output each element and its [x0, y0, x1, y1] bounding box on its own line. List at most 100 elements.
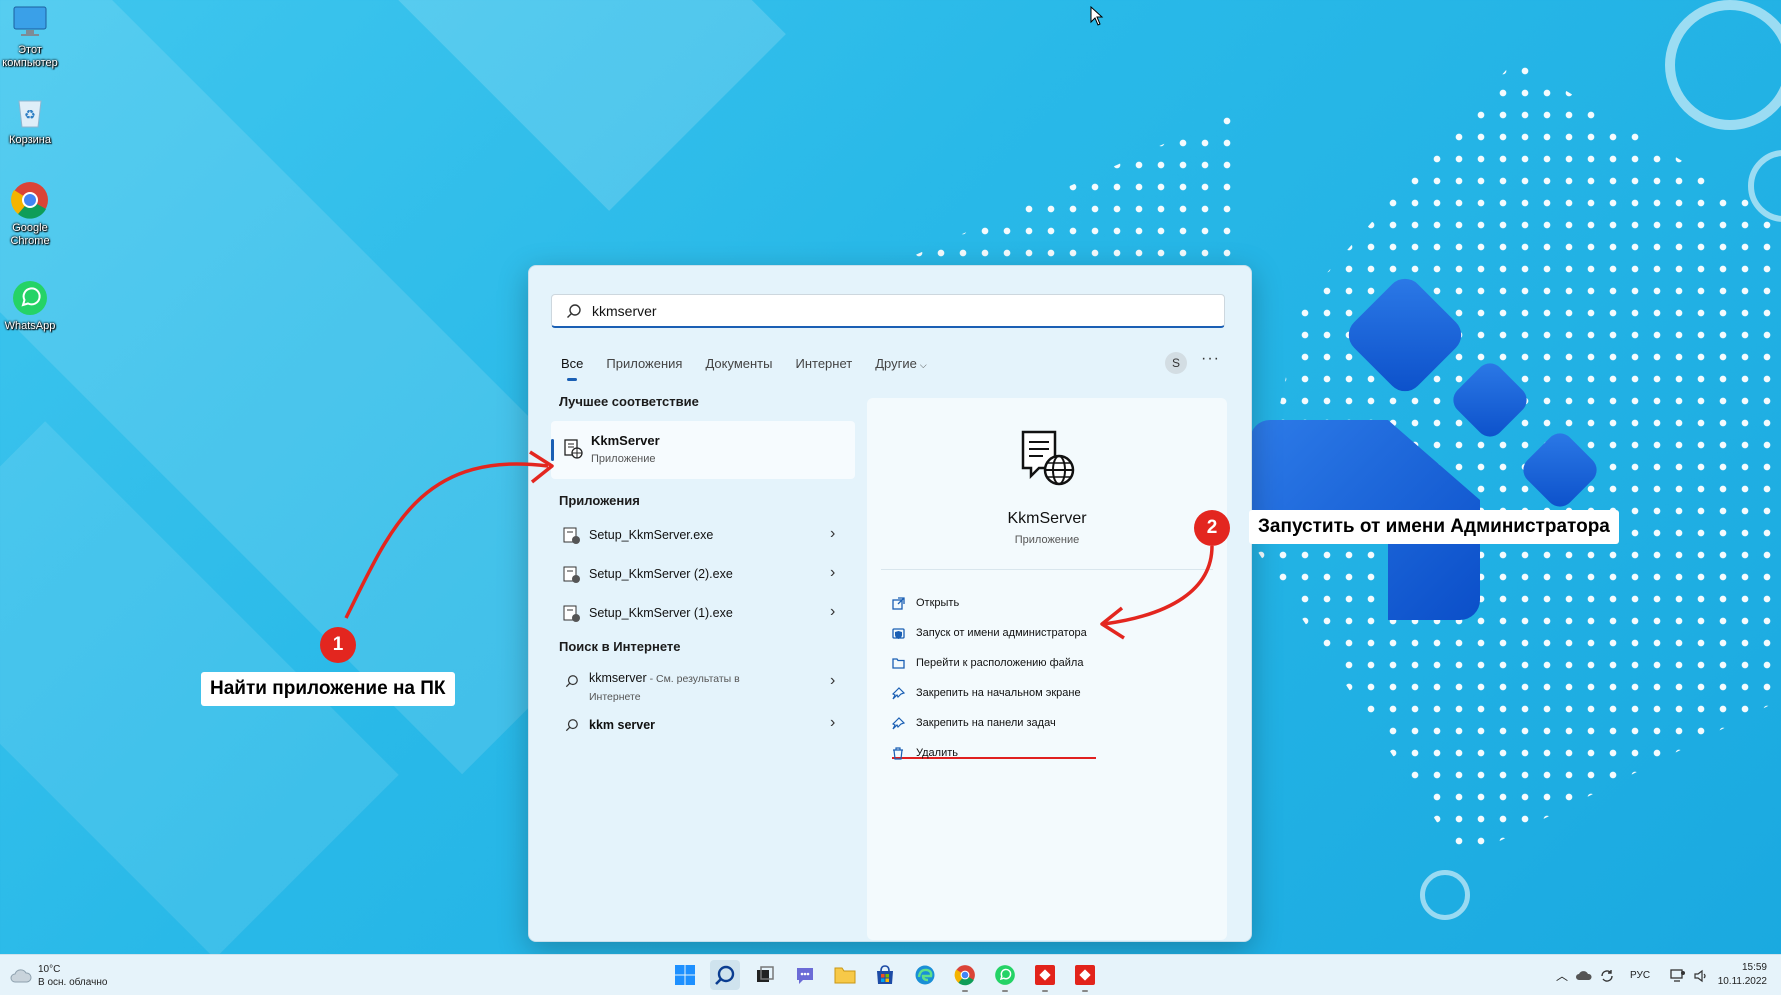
divider — [881, 569, 1213, 570]
search-input[interactable] — [590, 301, 1224, 320]
start-button[interactable] — [670, 960, 700, 990]
microsoft-store-button[interactable] — [870, 960, 900, 990]
chevron-right-icon[interactable]: › — [830, 603, 835, 621]
taskbar: 10°C В осн. облачно ︿ РУС 15:59 10.11.20… — [0, 954, 1781, 995]
more-options-button[interactable]: ··· — [1201, 350, 1220, 368]
sync-icon[interactable] — [1600, 969, 1614, 983]
chat-icon — [797, 968, 813, 984]
teams-chat-button[interactable] — [790, 960, 820, 990]
app-result-name: Setup_KkmServer.exe — [589, 528, 714, 542]
web-result-item[interactable]: kkm server › — [551, 712, 857, 748]
tab-label: Документы — [705, 356, 773, 371]
best-match-type: Приложение — [591, 453, 656, 465]
search-box[interactable] — [551, 294, 1225, 328]
weather-widget[interactable]: 10°C В осн. облачно — [10, 963, 107, 989]
weather-description: В осн. облачно — [38, 977, 108, 988]
chevron-right-icon[interactable]: › — [830, 525, 835, 543]
desktop-icon-chrome[interactable]: Google Chrome — [0, 180, 60, 248]
action-pin-taskbar[interactable]: Закрепить на панели задач — [891, 712, 1056, 734]
tab-label: Другие — [875, 356, 917, 371]
tab-other[interactable]: Другие ⌵ — [875, 356, 926, 371]
anydesk-icon — [1035, 965, 1055, 985]
system-clock[interactable]: 15:59 10.11.2022 — [1718, 961, 1767, 989]
chevron-right-icon[interactable]: › — [830, 672, 835, 690]
desktop-icon-recycle-bin[interactable]: ♻ Корзина — [0, 92, 60, 147]
installer-icon — [563, 566, 580, 583]
chevron-right-icon[interactable]: › — [830, 564, 835, 582]
detail-app-type: Приложение — [1014, 534, 1080, 546]
computer-icon — [10, 2, 50, 42]
taskbar-search-button[interactable] — [710, 960, 740, 990]
action-label: Запуск от имени администратора — [916, 627, 1087, 639]
recycle-bin-icon: ♻ — [10, 92, 50, 132]
volume-icon[interactable] — [1694, 969, 1708, 983]
chevron-right-icon[interactable]: › — [830, 714, 835, 732]
installer-icon — [563, 527, 580, 544]
chrome-icon — [10, 180, 50, 220]
annotation-callout-1: Найти приложение на ПК — [201, 672, 455, 706]
tab-all[interactable]: Все — [561, 356, 584, 381]
app-result-item[interactable]: Setup_KkmServer.exe › — [551, 516, 857, 555]
action-open[interactable]: Открыть — [891, 592, 959, 614]
edge-button[interactable] — [910, 960, 940, 990]
web-hint-line2: Интернете — [589, 691, 641, 703]
system-tray: ︿ РУС — [1556, 967, 1708, 984]
best-match-heading: Лучшее соответствие — [559, 394, 699, 409]
mouse-cursor-icon — [1090, 6, 1104, 26]
svg-text:♻: ♻ — [24, 108, 36, 123]
anydesk-button[interactable] — [1030, 960, 1060, 992]
onedrive-icon[interactable] — [1576, 970, 1592, 981]
clock-time: 15:59 — [1741, 962, 1767, 973]
annotation-callout-2: Запустить от имени Администратора — [1249, 510, 1619, 544]
shield-icon — [891, 626, 905, 640]
action-label: Удалить — [916, 747, 958, 759]
folder-icon — [834, 967, 856, 984]
desktop-icon-this-pc[interactable]: Этот компьютер — [0, 2, 60, 70]
action-run-as-admin[interactable]: Запуск от имени администратора — [891, 622, 1087, 644]
app-result-item[interactable]: Setup_KkmServer (2).exe › — [551, 555, 857, 594]
tab-documents[interactable]: Документы — [705, 356, 772, 371]
chevron-up-icon[interactable]: ︿ — [1556, 967, 1568, 984]
web-result-item[interactable]: kkmserver - См. результаты в Интернете › — [551, 666, 857, 712]
taskbar-apps — [670, 960, 1100, 992]
app-result-item[interactable]: Setup_KkmServer (1).exe › — [551, 594, 857, 633]
web-search-heading: Поиск в Интернете — [559, 639, 681, 654]
task-view-icon — [757, 966, 774, 982]
task-view-button[interactable] — [750, 960, 780, 990]
web-query: kkmserver — [589, 671, 647, 685]
search-filter-tabs: Все Приложения Документы Интернет Другие… — [561, 356, 950, 381]
anydesk-second-button[interactable] — [1070, 960, 1100, 992]
action-label: Закрепить на панели задач — [916, 717, 1056, 729]
store-icon — [877, 965, 893, 984]
open-icon — [891, 596, 905, 610]
annotation-marker-2: 2 — [1194, 510, 1230, 546]
clock-date: 10.11.2022 — [1717, 976, 1767, 987]
web-query: kkm server — [589, 718, 656, 732]
best-match-item[interactable]: KkmServer Приложение — [551, 421, 855, 479]
tab-apps[interactable]: Приложения — [606, 356, 682, 371]
user-avatar[interactable]: S — [1165, 352, 1187, 374]
file-explorer-button[interactable] — [830, 960, 860, 990]
action-uninstall[interactable]: Удалить — [891, 742, 958, 764]
apps-heading: Приложения — [559, 493, 640, 508]
action-open-file-location[interactable]: Перейти к расположению файла — [891, 652, 1083, 674]
desktop-icon-whatsapp[interactable]: WhatsApp — [0, 278, 60, 333]
network-icon[interactable] — [1670, 968, 1686, 983]
tab-internet[interactable]: Интернет — [795, 356, 852, 371]
tab-label: Интернет — [795, 356, 853, 371]
annotation-marker-1: 1 — [320, 627, 356, 663]
language-indicator[interactable]: РУС — [1630, 970, 1650, 981]
whatsapp-icon — [995, 965, 1015, 985]
running-indicator — [1002, 990, 1008, 992]
chrome-taskbar-button[interactable] — [950, 960, 980, 992]
desktop-icon-label: Этот компьютер — [2, 44, 58, 69]
anydesk-icon — [1075, 965, 1095, 985]
running-indicator — [1082, 990, 1088, 992]
action-pin-start[interactable]: Закрепить на начальном экране — [891, 682, 1081, 704]
tab-label: Все — [561, 356, 584, 371]
chrome-icon — [954, 965, 975, 986]
search-icon — [565, 675, 578, 688]
running-indicator — [962, 990, 968, 992]
whatsapp-taskbar-button[interactable] — [990, 960, 1020, 992]
cloud-icon — [10, 969, 32, 983]
